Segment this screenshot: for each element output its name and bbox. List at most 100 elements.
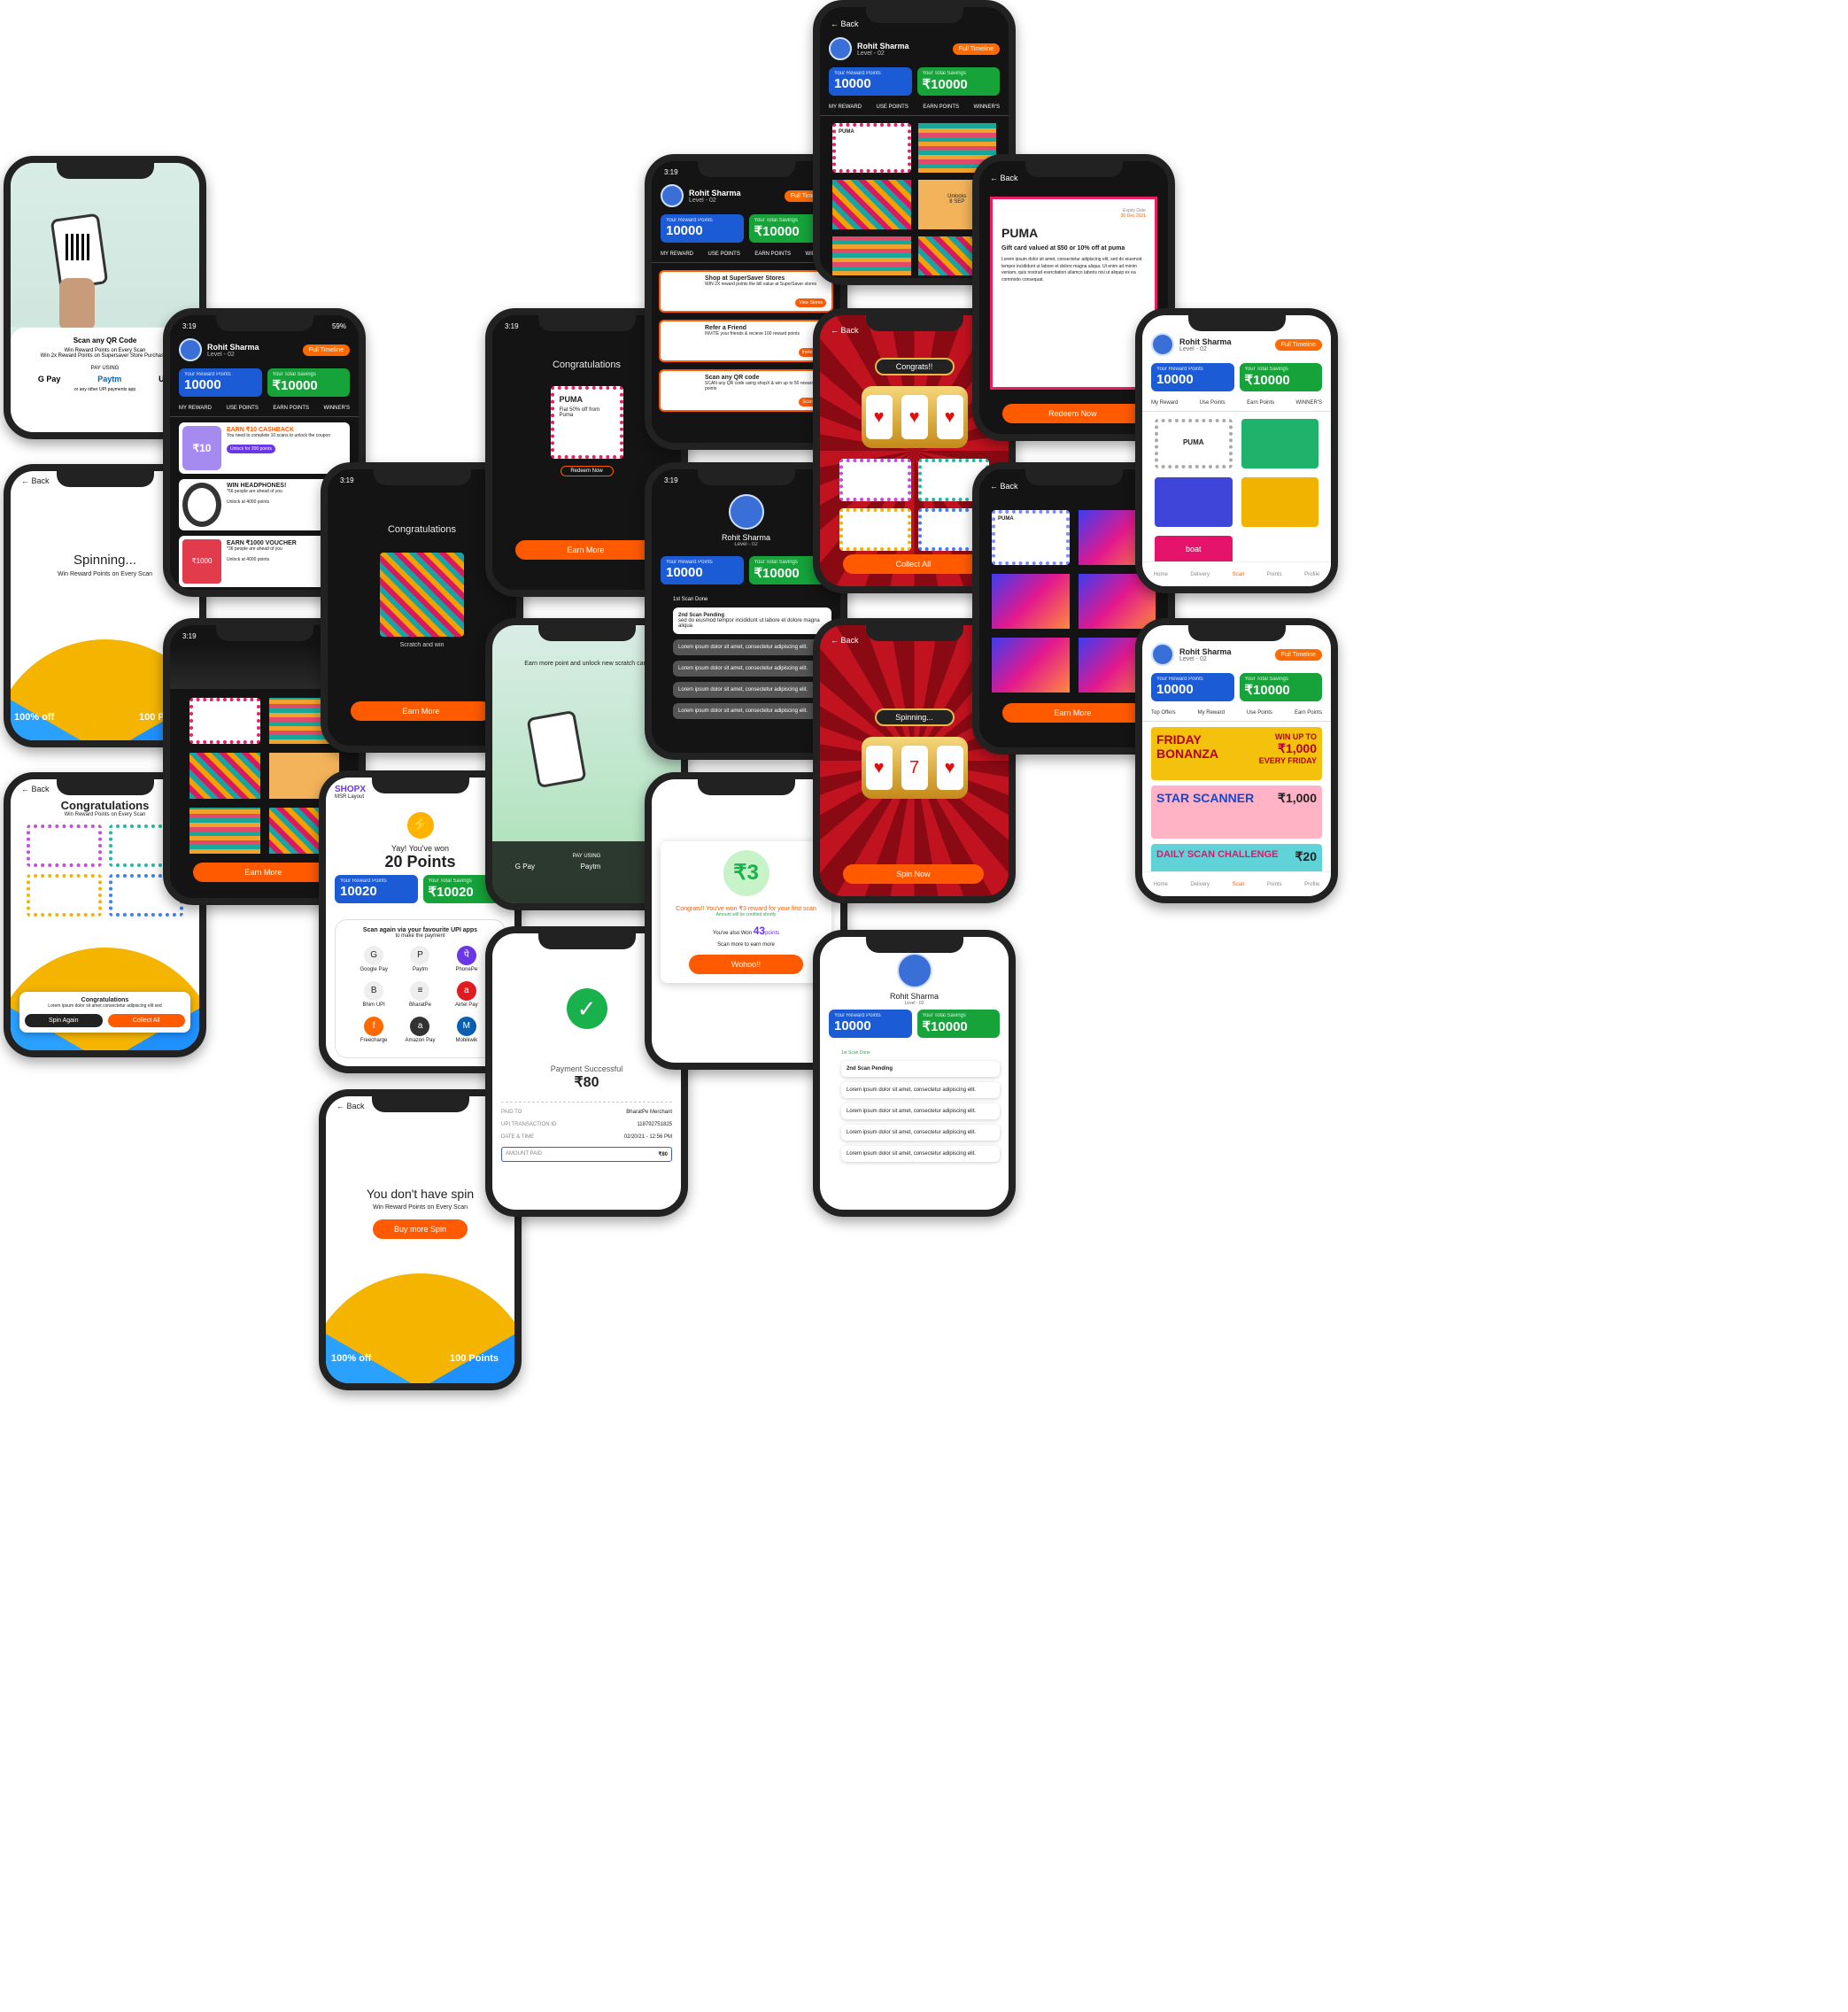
timeline-item[interactable]: 2nd Scan Pending bbox=[841, 1061, 1000, 1077]
nav-delivery[interactable]: Delivery bbox=[1190, 572, 1210, 577]
tab-my-reward[interactable]: MY REWARD bbox=[179, 406, 212, 411]
coupon-card[interactable]: PUMA bbox=[992, 510, 1070, 565]
coupon-card[interactable] bbox=[189, 698, 260, 744]
locked-card[interactable] bbox=[189, 753, 260, 799]
coupon-card[interactable] bbox=[839, 508, 911, 551]
bhim-app[interactable]: B Bhim UPI bbox=[355, 981, 392, 1008]
tab-top-offers[interactable]: Top Offers bbox=[1151, 710, 1176, 716]
paytm-button[interactable]: Paytm bbox=[581, 863, 601, 871]
buy-spin-button[interactable]: Buy more Spin bbox=[373, 1219, 468, 1239]
back-button[interactable]: ← Back bbox=[979, 161, 1168, 188]
paytm-app[interactable]: P Paytm bbox=[401, 946, 438, 972]
nav-scan[interactable]: Scan bbox=[1233, 572, 1245, 577]
unlock-button[interactable]: Unlock for 200 points bbox=[227, 445, 275, 453]
mobikwik-app[interactable]: M Mobikwik bbox=[448, 1017, 485, 1043]
tab-my-reward[interactable]: My Reward bbox=[1198, 710, 1225, 716]
friday-bonanza-banner[interactable]: FRIDAY BONANZA WIN UP TO ₹1,000 EVERY FRIDA… bbox=[1151, 727, 1322, 780]
airtel-app[interactable]: a Airtel Pay bbox=[448, 981, 485, 1008]
tab-use-points[interactable]: Use Points bbox=[1247, 710, 1272, 716]
tab-earn-points[interactable]: EARN POINTS bbox=[273, 406, 309, 411]
collect-all-button[interactable]: Collect All bbox=[842, 554, 985, 574]
tab-earn-points[interactable]: Earn Points bbox=[1247, 400, 1274, 406]
locked-card[interactable] bbox=[832, 180, 911, 229]
coupon-card[interactable] bbox=[27, 874, 102, 917]
locked-card[interactable] bbox=[832, 236, 911, 275]
timeline-item[interactable]: Lorem ipsum dolor sit amet, consectetur … bbox=[841, 1125, 1000, 1141]
location-label[interactable]: MSR Layout bbox=[335, 794, 366, 800]
spin-now-button[interactable]: Spin Now bbox=[842, 864, 985, 884]
tab-my-reward[interactable]: MY REWARD bbox=[661, 252, 693, 257]
amazonpay-app[interactable]: a Amazon Pay bbox=[401, 1017, 438, 1043]
timeline-item[interactable]: Lorem ipsum dolor sit amet, consectetur … bbox=[841, 1103, 1000, 1119]
nav-points[interactable]: Points bbox=[1267, 572, 1282, 577]
full-timeline-button[interactable]: Full Timeline bbox=[302, 344, 350, 356]
nav-profile[interactable]: Profile bbox=[1304, 882, 1319, 887]
nav-delivery[interactable]: Delivery bbox=[1190, 882, 1210, 887]
gpay-app[interactable]: G Google Pay bbox=[355, 946, 392, 972]
clock: 3:19 bbox=[182, 322, 197, 330]
star-scanner-banner[interactable]: STAR SCANNER ₹1,000 bbox=[1151, 785, 1322, 839]
full-timeline-button[interactable]: Full Timeline bbox=[1274, 648, 1322, 661]
tab-use-points[interactable]: Use Points bbox=[1200, 400, 1226, 406]
cashback-card[interactable]: ₹10 EARN ₹10 CASHBACK You need to complet… bbox=[179, 422, 350, 474]
tab-use-points[interactable]: USE POINTS bbox=[877, 104, 909, 110]
full-timeline-button[interactable]: Full Timeline bbox=[952, 43, 1000, 55]
tab-use-points[interactable]: USE POINTS bbox=[227, 406, 259, 411]
brand-card-adidas[interactable] bbox=[1241, 477, 1318, 527]
timeline-item[interactable]: 2nd Scan Pending sed do eiusmod tempor in… bbox=[673, 607, 831, 634]
timeline-item[interactable]: Lorem ipsum dolor sit amet, consectetur … bbox=[673, 661, 831, 677]
coupon-card[interactable] bbox=[839, 459, 911, 501]
timeline-item[interactable]: Lorem ipsum dolor sit amet, consectetur … bbox=[673, 682, 831, 698]
tab-winners[interactable]: WINNER'S bbox=[324, 406, 350, 411]
spin-again-button[interactable]: Spin Again bbox=[25, 1014, 103, 1027]
earn-more-button[interactable]: Earn More bbox=[514, 540, 657, 560]
brand-card-puma[interactable]: PUMA bbox=[1155, 419, 1233, 468]
redeem-button[interactable]: Redeem Now bbox=[1001, 404, 1144, 423]
paytm-button[interactable]: Paytm bbox=[97, 375, 121, 383]
tab-use-points[interactable]: USE POINTS bbox=[708, 252, 740, 257]
tab-my-reward[interactable]: MY REWARD bbox=[829, 104, 862, 110]
scratch-card[interactable] bbox=[992, 574, 1070, 629]
earn-more-button[interactable]: Earn More bbox=[192, 863, 335, 882]
back-button[interactable]: ← Back bbox=[820, 7, 1009, 34]
tab-earn-points[interactable]: EARN POINTS bbox=[754, 252, 791, 257]
scratch-card[interactable] bbox=[380, 553, 464, 637]
tab-my-reward[interactable]: My Reward bbox=[1151, 400, 1178, 406]
full-timeline-button[interactable]: Full Timeline bbox=[1274, 338, 1322, 351]
timeline-item[interactable]: Lorem ipsum dolor sit amet, consectetur … bbox=[841, 1082, 1000, 1098]
coupon-card[interactable]: PUMA bbox=[832, 123, 911, 173]
brand-card-apple[interactable] bbox=[1155, 477, 1233, 527]
collect-all-button[interactable]: Collect All bbox=[107, 1014, 185, 1027]
tab-earn-points[interactable]: Earn Points bbox=[1295, 710, 1322, 716]
scan-card[interactable]: Scan any QR code SCAN any QR code using s… bbox=[659, 369, 833, 412]
gpay-button[interactable]: G Pay bbox=[38, 375, 61, 383]
locked-card[interactable] bbox=[189, 808, 260, 854]
phonepe-app[interactable]: पे PhonePe bbox=[448, 946, 485, 972]
redeem-button[interactable]: Redeem Now bbox=[560, 466, 614, 476]
brand-card-mcdonalds[interactable] bbox=[1241, 419, 1318, 468]
store-card[interactable]: Shop at SuperSaver Stores WIN 2X reward p… bbox=[659, 270, 833, 313]
wohoo-button[interactable]: Wohoo!! bbox=[688, 955, 804, 974]
refer-card[interactable]: Refer a Friend INVITE your friends & reci… bbox=[659, 320, 833, 362]
nav-home[interactable]: Home bbox=[1154, 572, 1168, 577]
coupon-card[interactable] bbox=[27, 824, 102, 867]
nav-points[interactable]: Points bbox=[1267, 882, 1282, 887]
view-stores-button[interactable]: View Stores bbox=[795, 298, 826, 307]
nav-home[interactable]: Home bbox=[1154, 882, 1168, 887]
nav-scan[interactable]: Scan bbox=[1233, 882, 1245, 887]
scratch-card[interactable] bbox=[992, 638, 1070, 693]
bharatpe-app[interactable]: ≡ BharatPe bbox=[401, 981, 438, 1008]
earn-more-button[interactable]: Earn More bbox=[1001, 703, 1144, 723]
earn-more-button[interactable]: Earn More bbox=[350, 701, 492, 721]
timeline-item[interactable]: Lorem ipsum dolor sit amet, consectetur … bbox=[673, 703, 831, 719]
gpay-button[interactable]: G Pay bbox=[515, 863, 535, 871]
tab-winners[interactable]: WINNER'S bbox=[1296, 400, 1322, 406]
puma-coupon[interactable]: PUMA Flat 50% off from Puma bbox=[550, 386, 623, 459]
tab-winners[interactable]: WINNER'S bbox=[974, 104, 1000, 110]
timeline-item[interactable]: Lorem ipsum dolor sit amet, consectetur … bbox=[841, 1146, 1000, 1162]
tab-earn-points[interactable]: EARN POINTS bbox=[923, 104, 959, 110]
timeline-item[interactable]: Lorem ipsum dolor sit amet, consectetur … bbox=[673, 639, 831, 655]
nav-profile[interactable]: Profile bbox=[1304, 572, 1319, 577]
spin-wheel[interactable] bbox=[326, 1273, 514, 1383]
freecharge-app[interactable]: f Freecharge bbox=[355, 1017, 392, 1043]
